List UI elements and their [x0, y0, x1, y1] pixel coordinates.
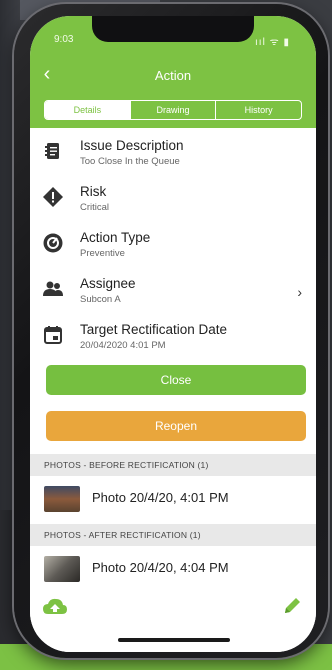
field-target-date: Target Rectification Date 20/04/2020 4:0… — [30, 316, 316, 362]
photo-row-before[interactable]: Photo 20/4/20, 4:01 PM — [30, 478, 316, 518]
section-header-after: PHOTOS - AFTER RECTIFICATION (1) — [30, 524, 316, 546]
tab-drawing[interactable]: Drawing — [131, 101, 217, 119]
field-issue-description: Issue Description Too Close In the Queue — [30, 132, 316, 178]
field-value: Critical — [80, 202, 110, 213]
gauge-icon — [43, 233, 63, 253]
status-time: 9:03 — [54, 34, 74, 45]
tab-history[interactable]: History — [216, 101, 301, 119]
field-value: Preventive — [80, 248, 125, 259]
photo-label: Photo 20/4/20, 4:01 PM — [92, 490, 229, 505]
photo-label: Photo 20/4/20, 4:04 PM — [92, 560, 229, 575]
status-indicators: ııl ᯤ ▮ — [255, 37, 290, 48]
app-screen: 9:03 ııl ᯤ ▮ ‹ Action Details Drawing Hi… — [30, 16, 316, 652]
bottom-toolbar — [30, 586, 316, 652]
home-indicator — [118, 638, 230, 642]
chevron-right-icon: › — [297, 284, 302, 300]
reopen-button[interactable]: Reopen — [46, 411, 306, 441]
field-risk: Risk Critical — [30, 178, 316, 224]
calendar-icon — [44, 326, 62, 344]
field-assignee[interactable]: Assignee Subcon A › — [30, 270, 316, 316]
tab-details[interactable]: Details — [45, 101, 131, 119]
photo-row-after[interactable]: Photo 20/4/20, 4:04 PM — [30, 548, 316, 588]
people-icon — [43, 281, 63, 296]
field-value: 20/04/2020 4:01 PM — [80, 340, 166, 351]
close-button[interactable]: Close — [46, 365, 306, 395]
warning-diamond-icon — [43, 187, 63, 207]
section-header-before: PHOTOS - BEFORE RECTIFICATION (1) — [30, 454, 316, 476]
note-icon — [45, 143, 59, 159]
field-label: Issue Description — [80, 138, 184, 153]
tab-bar: Details Drawing History — [44, 100, 302, 120]
field-action-type: Action Type Preventive — [30, 224, 316, 270]
cloud-upload-icon[interactable] — [42, 596, 68, 618]
field-label: Action Type — [80, 230, 151, 245]
photo-thumbnail — [44, 556, 80, 582]
phone-notch — [92, 16, 254, 42]
field-label: Risk — [80, 184, 107, 199]
pencil-icon[interactable] — [282, 596, 302, 616]
photo-thumbnail — [44, 486, 80, 512]
app-header: 9:03 ııl ᯤ ▮ ‹ Action Details Drawing Hi… — [30, 16, 316, 128]
field-value: Subcon A — [80, 294, 121, 305]
field-value: Too Close In the Queue — [80, 156, 180, 167]
field-label: Assignee — [80, 276, 136, 291]
page-title: Action — [154, 68, 192, 83]
field-label: Target Rectification Date — [80, 322, 228, 337]
